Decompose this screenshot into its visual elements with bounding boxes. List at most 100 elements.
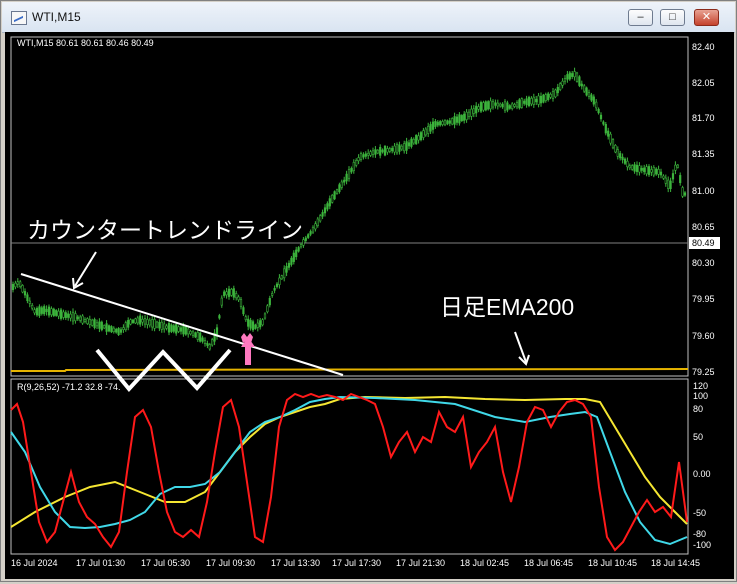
candle-body: [165, 325, 168, 329]
candle-body: [88, 319, 91, 325]
candle-body: [23, 291, 27, 296]
candle-body: [266, 305, 269, 313]
time-label: 17 Jul 13:30: [271, 558, 320, 568]
candle-body: [427, 125, 430, 134]
candle-body: [383, 145, 387, 156]
candle-body: [151, 319, 154, 328]
candle-body: [367, 152, 370, 156]
price-tick: 82.40: [692, 42, 715, 52]
candle-body: [451, 118, 454, 125]
candle-body: [242, 307, 245, 315]
candle-body: [467, 111, 471, 117]
candle-body: [314, 223, 317, 230]
candle-body: [311, 226, 315, 233]
candle-body: [292, 252, 295, 262]
candle-body: [189, 331, 192, 335]
candle-body: [499, 103, 502, 107]
candle-body: [484, 101, 487, 111]
title-bar[interactable]: WTI,M15 – □ ✕: [2, 2, 735, 33]
candle-body: [271, 293, 274, 296]
indicator-tick: 80: [693, 404, 703, 414]
candle-body: [568, 72, 571, 80]
candle-body: [659, 171, 663, 176]
candle-body: [146, 319, 149, 325]
counter-trendline[interactable]: [20, 273, 344, 376]
candle-body: [465, 111, 468, 120]
candle-body: [355, 160, 358, 166]
candle-body: [139, 315, 142, 325]
candle-body: [163, 323, 166, 330]
candle-body: [69, 313, 72, 319]
candle-body: [256, 322, 259, 328]
close-button[interactable]: ✕: [694, 9, 719, 26]
candle-body: [235, 293, 238, 299]
price-tick: 80.65: [692, 222, 715, 232]
candle-body: [172, 325, 175, 332]
candle-body: [359, 153, 363, 161]
candle-body: [55, 310, 58, 316]
candle-body: [81, 315, 84, 324]
candle-body: [599, 114, 603, 120]
candle-body: [38, 306, 41, 316]
indicator-tick: -80: [693, 529, 706, 539]
candle-body: [31, 305, 34, 309]
candle-body: [532, 96, 535, 105]
candle-body: [237, 296, 240, 301]
minimize-button[interactable]: –: [628, 9, 653, 26]
candle-body: [326, 203, 329, 210]
buy-signal-arrows: [241, 333, 255, 365]
candle-body: [590, 94, 593, 101]
candle-body: [52, 308, 55, 316]
candle-body: [95, 322, 99, 327]
candle-body: [443, 120, 447, 126]
candle-body: [299, 244, 303, 248]
candle-body: [563, 78, 567, 82]
candle-body: [127, 319, 130, 328]
candle-body: [511, 103, 514, 109]
candle-body: [134, 318, 137, 324]
candle-body: [525, 98, 528, 106]
maximize-button[interactable]: □: [660, 9, 685, 26]
candle-body: [535, 98, 538, 103]
indicator-pane-border: [10, 378, 689, 555]
candle-body: [530, 98, 533, 105]
chart-area[interactable]: WTI,M15 80.61 80.61 80.46 80.49 82.40 82…: [5, 32, 734, 579]
indicator-tick: -50: [693, 508, 706, 518]
candle-body: [580, 83, 583, 87]
candle-body: [635, 164, 639, 172]
candle-body: [244, 316, 247, 321]
candle-body: [460, 115, 463, 122]
candle-body: [424, 128, 427, 136]
current-price-label: 80.49: [692, 238, 715, 248]
candle-body: [218, 315, 221, 319]
candle-body: [446, 120, 449, 125]
candle-body: [662, 175, 665, 179]
candle-body: [158, 321, 161, 329]
candle-body: [638, 165, 641, 173]
candle-body: [43, 306, 46, 315]
candle-body: [508, 105, 511, 109]
candle-body: [379, 146, 382, 156]
candle-body: [103, 325, 106, 329]
candle-body: [177, 326, 180, 332]
candle-body: [393, 145, 396, 153]
candle-body: [175, 324, 178, 334]
time-label: 17 Jul 05:30: [141, 558, 190, 568]
candle-body: [621, 156, 624, 161]
candle-body: [597, 108, 600, 114]
candle-body: [573, 71, 576, 78]
candle-body: [669, 180, 672, 189]
indicator-tick: 50: [693, 432, 703, 442]
candle-body: [316, 218, 319, 226]
candle-body: [583, 85, 586, 92]
price-chart-svg[interactable]: WTI,M15 80.61 80.61 80.46 80.49 82.40 82…: [5, 32, 734, 579]
candle-body: [616, 149, 619, 157]
candle-body: [640, 167, 643, 171]
candle-body: [674, 164, 677, 171]
candle-body: [50, 308, 53, 316]
candle-body: [614, 145, 617, 153]
candle-body: [179, 327, 183, 332]
candle-body: [40, 307, 43, 314]
candle-body: [527, 96, 531, 106]
candle-body: [275, 283, 279, 287]
